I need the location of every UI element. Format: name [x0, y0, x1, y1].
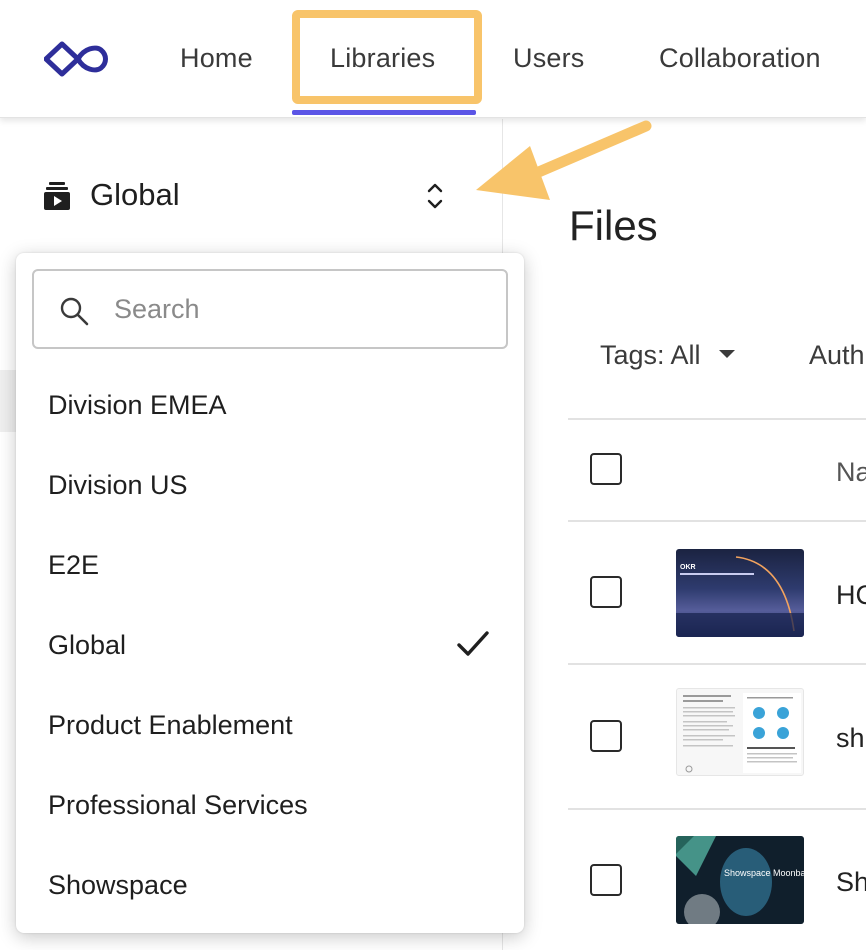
nav-home[interactable]: Home [180, 43, 253, 74]
nav-libraries[interactable]: Libraries [330, 43, 435, 74]
library-option-label: Division EMEA [48, 390, 227, 420]
row-checkbox[interactable] [590, 864, 622, 896]
chevron-up-down-icon[interactable] [424, 180, 446, 212]
library-option-professional-services[interactable]: Professional Services [16, 766, 524, 846]
app-logo-icon[interactable] [44, 40, 110, 78]
library-option-global[interactable]: Global [16, 606, 524, 686]
file-name[interactable]: Sh [836, 867, 866, 898]
table-divider [568, 520, 866, 522]
file-thumbnail[interactable]: Showspace Moonbase [676, 836, 804, 924]
library-option-division-us[interactable]: Division US [16, 446, 524, 526]
library-option-label: Global [48, 630, 127, 660]
table-divider [568, 808, 866, 810]
thumbnail-title: Showspace Moonbase [724, 868, 804, 878]
library-option-product-enablement[interactable]: Product Enablement [16, 686, 524, 766]
file-name[interactable]: sh [836, 723, 865, 754]
table-divider [568, 663, 866, 665]
library-icon [44, 182, 70, 210]
select-all-checkbox[interactable] [590, 453, 622, 485]
library-option-label: E2E [48, 550, 100, 580]
top-navigation: Home Libraries Users Collaboration [0, 0, 866, 118]
launch-image-icon: OKR [676, 556, 804, 637]
caret-down-icon [718, 349, 735, 358]
library-option-label: Showspace [48, 870, 188, 900]
name-column-header[interactable]: Na [836, 457, 866, 488]
tags-filter-dropdown[interactable]: Tags: All [600, 340, 735, 371]
row-checkbox[interactable] [590, 576, 622, 608]
file-name[interactable]: HC [836, 580, 866, 611]
library-search-input[interactable] [114, 285, 494, 333]
file-thumbnail[interactable]: OKR [676, 549, 804, 637]
search-icon [60, 297, 89, 326]
library-option-label: Professional Services [48, 790, 308, 820]
arrow-annotation-icon [476, 120, 652, 200]
tags-filter-label: Tags: All [600, 340, 701, 370]
document-preview-icon [683, 693, 801, 773]
active-tab-indicator [292, 110, 476, 115]
author-filter-dropdown[interactable]: Auth [809, 340, 865, 371]
thumbnail-title: OKR [680, 564, 696, 571]
current-library-name: Global [90, 177, 180, 212]
nav-users[interactable]: Users [513, 43, 585, 74]
showspace-image-icon: Showspace Moonbase [676, 836, 804, 924]
library-option-label: Product Enablement [48, 710, 293, 740]
file-thumbnail[interactable] [676, 688, 804, 776]
library-dropdown: Division EMEA Division US E2E Global Pro… [16, 253, 524, 933]
table-divider [568, 418, 866, 420]
library-option-label: Division US [48, 470, 188, 500]
library-search-box[interactable] [32, 269, 508, 349]
library-option-division-emea[interactable]: Division EMEA [16, 366, 524, 446]
row-checkbox[interactable] [590, 720, 622, 752]
library-selector[interactable]: Global [44, 174, 464, 218]
checkmark-icon [457, 631, 489, 656]
library-option-showspace[interactable]: Showspace [16, 846, 524, 926]
nav-collaboration[interactable]: Collaboration [659, 43, 821, 74]
library-option-e2e[interactable]: E2E [16, 526, 524, 606]
